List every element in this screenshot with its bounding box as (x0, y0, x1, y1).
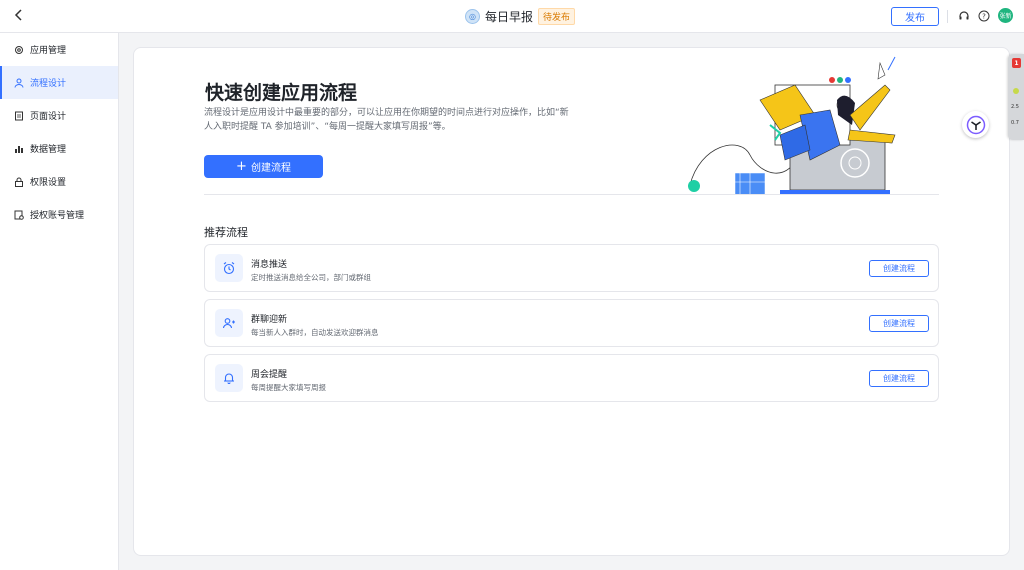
flow-name: 消息推送 (251, 260, 288, 270)
toolbar-divider (947, 10, 948, 23)
sidebar-item-flow-design[interactable]: 流程设计 (0, 66, 118, 99)
widget-value: 2.5 (1011, 104, 1019, 110)
sidebar-item-label: 应用管理 (30, 46, 67, 56)
top-bar: ◎ 每日早报 待发布 发布 ? 张新 (0, 0, 1024, 33)
chart-icon (14, 144, 24, 154)
flow-card-weekly-reminder: 周会提醒 每周提醒大家填写周报 创建流程 (204, 354, 939, 402)
flow-description: 每当新人入群时，自动发送欢迎群消息 (251, 328, 379, 337)
hero-illustration (688, 56, 896, 195)
sidebar-item-label: 数据管理 (30, 145, 67, 155)
page-icon (14, 111, 24, 121)
alarm-clock-icon (215, 254, 243, 282)
sidebar-item-label: 流程设计 (30, 79, 67, 89)
recommended-title: 推荐流程 (204, 226, 248, 239)
sidebar-item-data-management[interactable]: 数据管理 (0, 132, 118, 165)
assistant-button[interactable] (962, 111, 989, 138)
flow-card-group-welcome: 群聊迎新 每当新人入群时，自动发送欢迎群消息 创建流程 (204, 299, 939, 347)
help-icon[interactable]: ? (977, 9, 991, 23)
sidebar-item-label: 页面设计 (30, 112, 67, 122)
app-logo-icon: ◎ (465, 9, 480, 24)
sidebar-item-app-management[interactable]: 应用管理 (0, 33, 118, 66)
gear-icon (14, 45, 24, 55)
app-title: 每日早报 (485, 10, 534, 24)
sidebar-item-label: 权限设置 (30, 178, 67, 188)
flow-name: 周会提醒 (251, 370, 288, 380)
flow-card-message-push: 消息推送 定时推送消息给全公司，部门或群组 创建流程 (204, 244, 939, 292)
plus-icon: + (236, 158, 247, 174)
flow-icon (14, 78, 24, 88)
svg-text:?: ? (982, 13, 986, 21)
account-icon (14, 210, 24, 220)
notification-badge: 1 (1012, 58, 1021, 68)
sidebar-item-page-design[interactable]: 页面设计 (0, 99, 118, 132)
create-flow-button[interactable]: + 创建流程 (204, 155, 323, 178)
publish-button[interactable]: 发布 (891, 7, 939, 26)
back-button[interactable] (12, 8, 28, 24)
chevron-left-icon (14, 9, 22, 21)
create-flow-label: 创建流程 (250, 163, 291, 174)
section-divider (204, 194, 939, 195)
lock-icon (14, 177, 24, 187)
sidebar: 应用管理 流程设计 页面设计 数据管理 权限设置 授权账号管理 (0, 33, 119, 570)
flow-name: 群聊迎新 (251, 315, 288, 325)
flow-description: 定时推送消息给全公司，部门或群组 (251, 273, 371, 282)
headset-icon[interactable] (957, 9, 971, 23)
add-user-icon (215, 309, 243, 337)
sidebar-item-permissions[interactable]: 权限设置 (0, 165, 118, 198)
page-title: 快速创建应用流程 (205, 82, 358, 104)
status-badge: 待发布 (538, 8, 576, 25)
assistant-logo-icon (966, 115, 985, 134)
avatar[interactable]: 张新 (998, 8, 1013, 23)
flow-description: 每周提醒大家填写周报 (251, 383, 326, 392)
sidebar-item-account-auth[interactable]: 授权账号管理 (0, 198, 118, 231)
app-title-group: ◎ 每日早报 待发布 (465, 8, 576, 25)
page-description: 流程设计是应用设计中最重要的部分，可以让应用在你期望的时间点进行对应操作，比如“… (204, 108, 569, 132)
create-flow-button[interactable]: 创建流程 (869, 260, 929, 277)
create-flow-button[interactable]: 创建流程 (869, 315, 929, 332)
sidebar-item-label: 授权账号管理 (30, 211, 85, 221)
side-widget[interactable]: 1 2.5 0.7 (1008, 54, 1024, 140)
create-flow-button[interactable]: 创建流程 (869, 370, 929, 387)
bell-icon (215, 364, 243, 392)
widget-value: 0.7 (1011, 120, 1019, 126)
status-dot (1013, 88, 1019, 94)
